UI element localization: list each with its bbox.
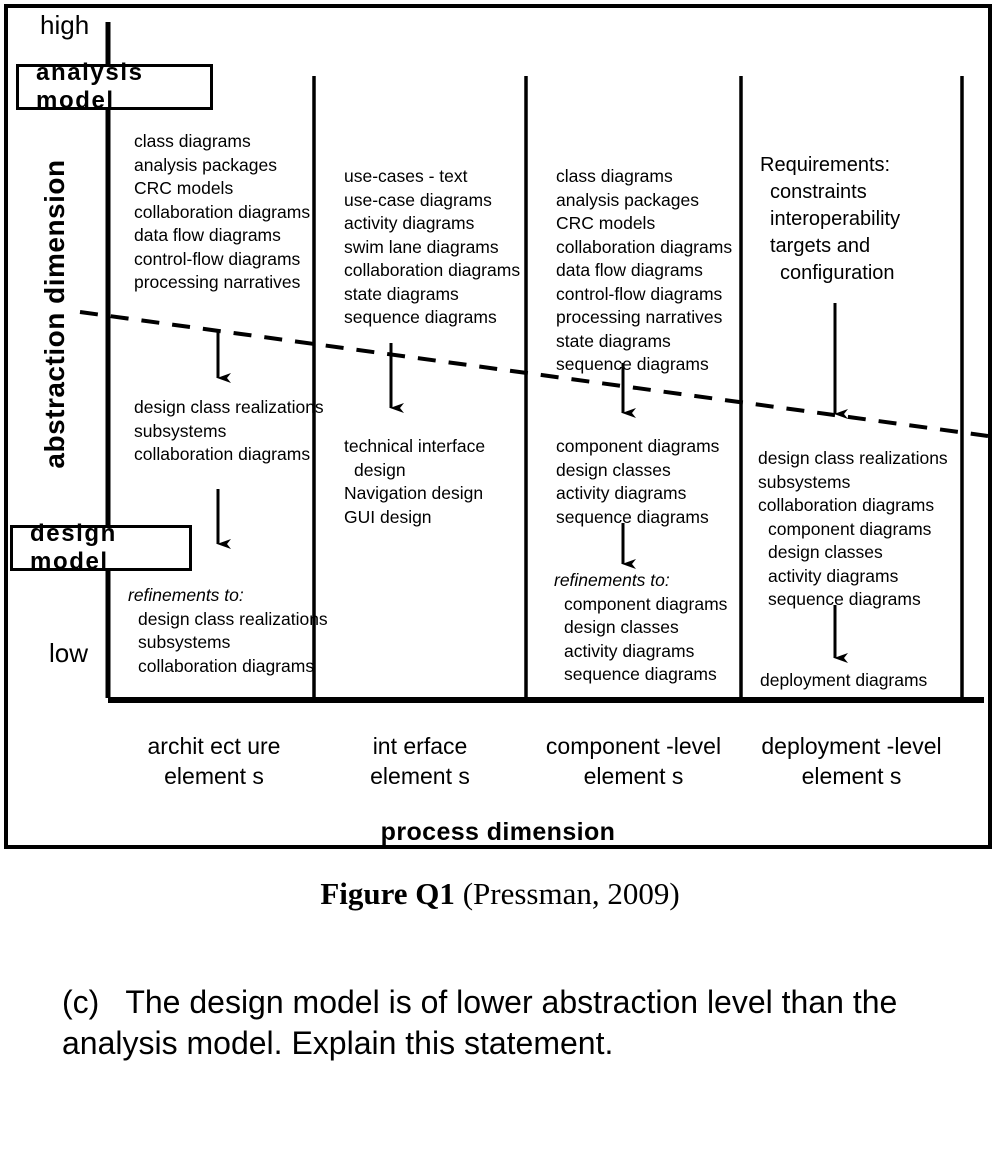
interface-design-items: technical interface design Navigation de… xyxy=(344,435,485,529)
architecture-analysis-items: class diagrams analysis packages CRC mod… xyxy=(134,130,310,295)
list-item: design class realizations xyxy=(134,397,324,417)
figure-frame: high low abstraction dimension analysis … xyxy=(4,4,992,849)
architecture-design-items: design class realizations subsystems col… xyxy=(134,396,324,467)
list-item: design class realizations xyxy=(758,448,948,468)
list-item: subsystems xyxy=(758,471,851,492)
refinements-label: refinements to: xyxy=(554,570,670,590)
analysis-model-box: analysis model xyxy=(16,59,213,114)
list-item: CRC models xyxy=(134,178,234,198)
component-analysis-items: class diagrams analysis packages CRC mod… xyxy=(556,165,732,377)
deployment-bottom-items: deployment diagrams xyxy=(760,669,927,693)
list-item: collaboration diagrams xyxy=(344,260,521,280)
figure-caption: Figure Q1 (Pressman, 2009) xyxy=(0,876,1000,912)
deployment-design-items: design class realizations subsystems col… xyxy=(758,447,948,612)
caption-line-1: component -level xyxy=(545,733,722,759)
refinements-label: refinements to: xyxy=(128,585,244,605)
list-item: sequence diagrams xyxy=(768,589,921,609)
list-item: data flow diagrams xyxy=(134,225,281,245)
list-item: use-case diagrams xyxy=(344,189,492,210)
list-item: control-flow diagrams xyxy=(134,248,301,269)
list-item: configuration xyxy=(780,262,895,284)
list-item: activity diagrams xyxy=(556,483,687,503)
list-item: design classes xyxy=(768,542,883,562)
figure-caption-source: (Pressman, 2009) xyxy=(462,876,680,911)
list-item: use-cases - text xyxy=(344,166,468,186)
list-item: analysis packages xyxy=(556,189,699,210)
deployment-requirements-items: Requirements: constraints interoperabili… xyxy=(760,152,900,287)
component-refinements: refinements to: component diagrams desig… xyxy=(554,569,727,687)
list-item: processing narratives xyxy=(134,272,301,292)
list-item: design classes xyxy=(556,459,671,480)
list-item: state diagrams xyxy=(344,283,459,304)
list-item: subsystems xyxy=(134,420,227,441)
list-item: control-flow diagrams xyxy=(556,283,723,304)
list-item: activity diagrams xyxy=(768,565,899,586)
question-block: (c) The design model is of lower abstract… xyxy=(62,982,942,1064)
list-item: Navigation design xyxy=(344,483,484,503)
column-caption-architecture: archit ect ure element s xyxy=(114,731,314,791)
architecture-refinements: refinements to: design class realization… xyxy=(128,584,328,678)
list-item: component diagrams xyxy=(768,518,932,539)
column-caption-component: component -level element s xyxy=(526,731,741,791)
list-item: state diagrams xyxy=(556,330,671,351)
list-item: sequence diagrams xyxy=(564,664,717,684)
caption-line-2: element s xyxy=(583,763,684,789)
list-item: technical interface xyxy=(344,436,486,456)
abstraction-dimension-label: abstraction dimension xyxy=(39,159,70,469)
caption-line-2: element s xyxy=(801,763,902,789)
question-text: The design model is of lower abstraction… xyxy=(62,984,898,1061)
list-item: component diagrams xyxy=(556,436,720,456)
column-caption-interface: int erface element s xyxy=(314,731,526,791)
question-marker: (c) xyxy=(62,984,100,1020)
caption-line-2: element s xyxy=(164,763,264,789)
list-item: GUI design xyxy=(344,506,432,527)
list-item: data flow diagrams xyxy=(556,260,703,280)
list-item: sequence diagrams xyxy=(556,354,709,374)
list-item: subsystems xyxy=(138,632,231,652)
list-item: collaboration diagrams xyxy=(758,495,935,515)
list-item: collaboration diagrams xyxy=(556,236,733,257)
axis-label-low: low xyxy=(49,638,89,668)
interface-analysis-items: use-cases - text use-case diagrams activ… xyxy=(344,165,520,330)
list-item: design classes xyxy=(564,617,679,637)
list-item: collaboration diagrams xyxy=(134,444,311,464)
axis-label-high: high xyxy=(40,10,90,40)
list-item: sequence diagrams xyxy=(344,307,497,327)
list-item: Requirements: xyxy=(760,154,891,176)
list-item: activity diagrams xyxy=(564,640,695,661)
list-item: class diagrams xyxy=(556,166,673,186)
caption-line-1: deployment -level xyxy=(761,733,942,759)
list-item: collaboration diagrams xyxy=(134,201,311,222)
list-item: design xyxy=(354,459,406,480)
caption-line-2: element s xyxy=(370,763,470,789)
design-model-box: design model xyxy=(10,520,192,575)
list-item: CRC models xyxy=(556,213,656,233)
list-item: deployment diagrams xyxy=(760,670,928,690)
list-item: class diagrams xyxy=(134,131,251,151)
list-item: design class realizations xyxy=(138,608,328,629)
list-item: targets and xyxy=(770,235,871,257)
list-item: swim lane diagrams xyxy=(344,236,499,257)
list-item: constraints xyxy=(770,181,867,203)
list-item: analysis packages xyxy=(134,154,277,175)
list-item: activity diagrams xyxy=(344,213,475,233)
column-caption-deployment: deployment -level element s xyxy=(741,731,962,791)
process-dimension-label: process dimension xyxy=(380,818,616,846)
caption-line-1: int erface xyxy=(372,733,468,759)
list-item: interoperability xyxy=(770,208,901,230)
list-item: sequence diagrams xyxy=(556,506,709,527)
list-item: processing narratives xyxy=(556,307,723,327)
figure-caption-label: Figure Q1 xyxy=(320,876,463,911)
caption-line-1: archit ect ure xyxy=(147,733,281,759)
component-design-items: component diagrams design classes activi… xyxy=(556,435,719,529)
list-item: collaboration diagrams xyxy=(138,655,315,676)
list-item: component diagrams xyxy=(564,593,728,614)
